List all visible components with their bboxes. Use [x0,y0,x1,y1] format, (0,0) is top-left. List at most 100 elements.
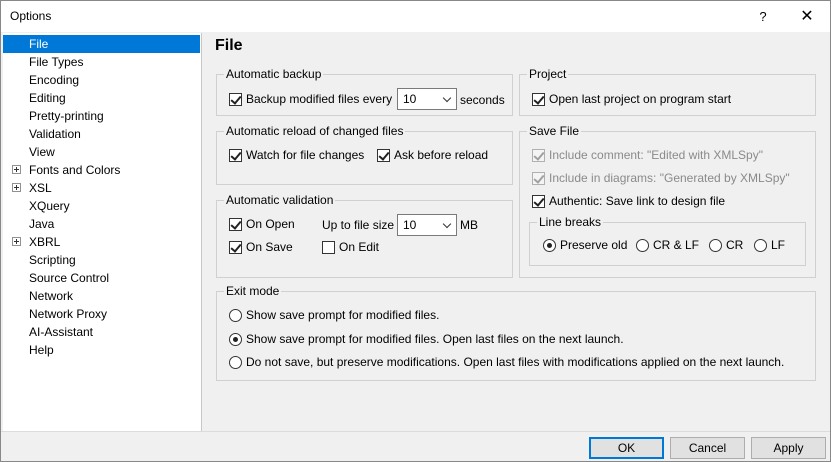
group-legend: Line breaks [537,215,604,229]
radio-dot [229,356,242,369]
tree-item-label: Scripting [29,253,76,267]
interval-unit: seconds [460,93,505,107]
radio-dot [636,239,649,252]
radio-label: CR & LF [653,238,700,252]
tree-item-label: AI-Assistant [29,325,94,339]
tree-item-xquery[interactable]: XQuery [3,197,200,215]
tree-item-ai-assistant[interactable]: AI-Assistant [3,323,200,341]
group-legend: Automatic validation [224,193,336,207]
tree-item-file-types[interactable]: File Types [3,53,200,71]
select-value: 10 [403,218,417,232]
checkbox-label: Include comment: "Edited with XMLSpy" [549,148,763,162]
tree-item-label: XBRL [29,235,61,249]
window-title: Options [10,9,52,23]
tree-item-label: Encoding [29,73,80,87]
tree-item-scripting[interactable]: Scripting [3,251,200,269]
checkbox-label: On Edit [339,240,380,254]
radio-label: Preserve old [560,238,628,252]
group-legend: Automatic reload of changed files [224,124,406,138]
close-icon[interactable]: ✕ [791,4,823,30]
page-title: File [215,37,243,54]
radio-label: CR [726,238,744,252]
file-size-label: Up to file size [322,218,395,232]
group-legend: Project [527,67,569,81]
checkbox-box [229,149,242,162]
cancel-button[interactable]: Cancel [670,437,745,459]
expand-icon[interactable] [12,183,21,192]
backup-interval-select[interactable]: 10 [397,88,457,110]
chevron-down-icon [442,93,452,103]
tree-item-label: XSL [29,181,52,195]
tree-item-help[interactable]: Help [3,341,200,359]
checkbox-label: Authentic: Save link to design file [549,194,726,208]
checkbox-box [532,195,545,208]
checkbox-box [322,241,335,254]
line-breaks-group: Line breaks Preserve old CR & LF CR LF [529,215,806,266]
settings-panel: File Automatic backup Backup modified fi… [203,33,830,431]
checkbox-label: Include in diagrams: "Generated by XMLSp… [549,171,790,185]
radio-label: LF [771,238,786,252]
radio-dot [229,333,242,346]
checkbox-label: Watch for file changes [246,148,365,162]
tree-item-label: Network Proxy [29,307,108,321]
tree-item-label: File Types [29,55,84,69]
checkbox-box [532,172,545,185]
tree-item-xbrl[interactable]: XBRL [3,233,200,251]
radio-dot [754,239,767,252]
radio-label: Show save prompt for modified files. Ope… [246,332,624,346]
tree-item-network[interactable]: Network [3,287,200,305]
help-icon[interactable]: ? [753,7,773,27]
radio-dot [543,239,556,252]
tree-item-label: Source Control [29,271,110,285]
tree-item-xsl[interactable]: XSL [3,179,200,197]
file-size-unit: MB [460,218,478,232]
chevron-down-icon [442,219,452,229]
expand-icon[interactable] [12,237,21,246]
checkbox-label: Open last project on program start [549,92,732,106]
tree-item-network-proxy[interactable]: Network Proxy [3,305,200,323]
tree-item-editing[interactable]: Editing [3,89,200,107]
tree-item-label: Pretty-printing [29,109,104,123]
exit-mode-group: Exit mode Show save prompt for modified … [216,284,816,381]
tree-item-fonts-and-colors[interactable]: Fonts and Colors [3,161,200,179]
tree-item-label: XQuery [29,199,70,213]
checkbox-label: Ask before reload [394,148,489,162]
tree-item-label: Java [29,217,55,231]
tree-item-view[interactable]: View [3,143,200,161]
tree-item-label: Editing [29,91,66,105]
checkbox-label: On Open [246,217,295,231]
automatic-validation-group: Automatic validation On Open On Save On … [216,193,513,278]
checkbox-box [377,149,390,162]
checkbox-box [532,93,545,106]
ok-button[interactable]: OK [589,437,664,459]
expand-icon[interactable] [12,165,21,174]
checkbox-box [532,149,545,162]
automatic-backup-group: Automatic backup Backup modified files e… [216,67,513,116]
project-group: Project Open last project on program sta… [519,67,816,116]
group-legend: Automatic backup [224,67,324,81]
automatic-reload-group: Automatic reload of changed files Watch … [216,124,513,185]
checkbox-label: On Save [246,240,293,254]
file-size-select[interactable]: 10 [397,214,457,236]
tree-item-label: Validation [29,127,81,141]
tree-item-label: Fonts and Colors [29,163,121,177]
checkbox-label: Backup modified files every [246,92,393,106]
select-value: 10 [403,92,417,106]
tree-item-file[interactable]: File [3,35,200,53]
checkbox-box [229,93,242,106]
group-legend: Exit mode [224,284,282,298]
tree-item-encoding[interactable]: Encoding [3,71,200,89]
category-tree: File File Types Encoding Editing Pretty-prin… [3,33,202,431]
apply-button[interactable]: Apply [751,437,826,459]
tree-item-pretty-printing[interactable]: Pretty-printing [3,107,200,125]
tree-item-label: Help [29,343,54,357]
options-dialog: Options ? ✕ File File Types Encoding Editin… [0,0,831,462]
radio-dot [229,309,242,322]
tree-item-source-control[interactable]: Source Control [3,269,200,287]
tree-item-java[interactable]: Java [3,215,200,233]
radio-dot [709,239,722,252]
checkbox-box [229,241,242,254]
tree-item-validation[interactable]: Validation [3,125,200,143]
radio-label: Show save prompt for modified files. [246,308,440,322]
title-bar: Options ? ✕ [1,1,830,32]
